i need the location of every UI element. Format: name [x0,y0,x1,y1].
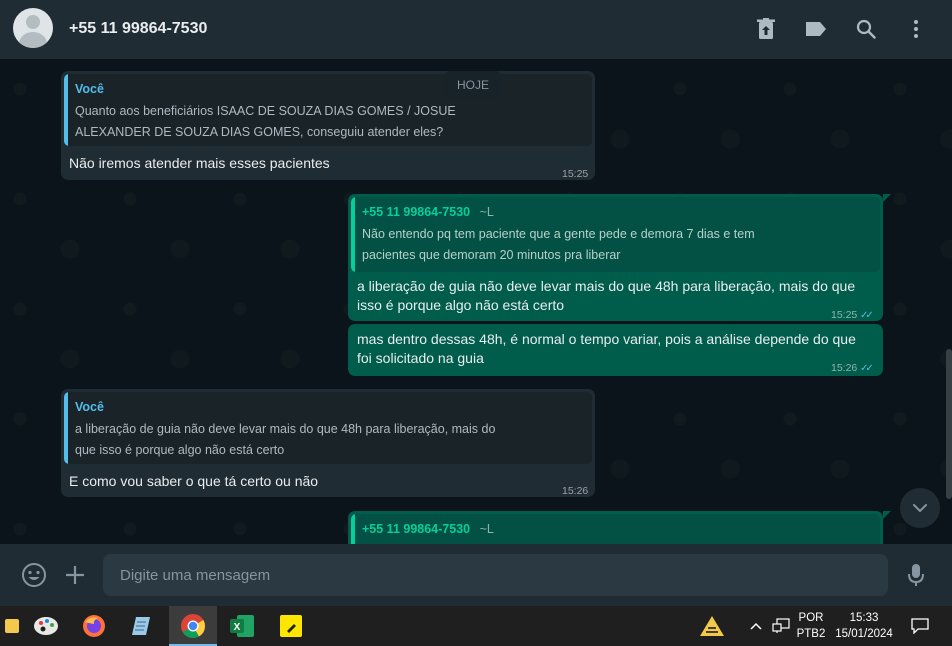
label-icon[interactable] [804,17,828,41]
message-time: 15:25 [562,168,589,180]
message-text: E como vou saber o que tá certo ou não [69,473,319,489]
network-icon[interactable] [768,606,794,646]
paint-icon[interactable] [22,606,70,646]
message-incoming[interactable]: Você a liberação de guia não deve levar … [61,389,595,497]
quote-text: ALEXANDER DE SOUZA DIAS GOMES, conseguiu… [75,125,444,139]
quote-author: +55 11 99864-7530 ~L [362,522,494,536]
bubble-tail [883,511,891,519]
message-time: 15:26 [562,485,589,497]
composer [0,544,952,606]
message-input[interactable] [103,554,888,596]
quoted-message[interactable]: Você Quanto aos beneficiários ISAAC DE S… [64,74,592,146]
date-chip: HOJE [445,71,502,99]
delete-icon[interactable] [754,17,778,41]
language-indicator[interactable]: POR PTB2 [796,610,826,642]
message-time: 15:25 [831,309,858,321]
quote-text: Quanto aos beneficiários ISAAC DE SOUZA … [75,104,456,118]
read-ticks-icon: ✓✓ [860,363,874,374]
contact-name[interactable]: +55 11 99864-7530 [69,20,207,38]
excel-icon[interactable]: X [218,606,266,646]
menu-icon[interactable] [904,17,928,41]
quote-author: +55 11 99864-7530 ~L [362,205,494,219]
quote-author: Você [75,400,104,414]
message-outgoing[interactable]: mas dentro dessas 48h, é normal o tempo … [348,324,883,376]
firefox-icon[interactable] [70,606,118,646]
taskbar: X POR PTB2 15:33 15/01/2024 [0,606,952,646]
app-icon[interactable] [0,606,24,646]
search-icon[interactable] [854,17,878,41]
sticky-notes-icon[interactable] [267,606,315,646]
attach-plus-icon[interactable] [61,561,89,589]
quote-text: Não entendo pq tem paciente que a gente … [362,227,755,241]
message-time: 15:26 [831,362,858,374]
message-text: isso é porque algo não está certo [357,297,565,313]
chevron-up-icon[interactable] [744,606,768,646]
microphone-icon[interactable] [902,561,930,589]
chat-header: +55 11 99864-7530 [0,0,952,59]
quoted-message[interactable]: +55 11 99864-7530 ~L Não entendo pq tem … [351,197,880,272]
message-outgoing[interactable]: +55 11 99864-7530 ~L [348,511,883,544]
notifications-icon[interactable] [905,606,935,646]
quote-author: Você [75,82,104,96]
message-list[interactable]: Você Quanto aos beneficiários ISAAC DE S… [0,59,952,544]
quoted-message[interactable]: Você a liberação de guia não deve levar … [64,392,592,464]
chevron-down-icon [913,504,927,513]
quote-text: a liberação de guia não deve levar mais … [75,422,496,436]
scrollbar[interactable] [946,349,952,499]
clock[interactable]: 15:33 15/01/2024 [832,610,896,642]
message-text: Não iremos atender mais esses pacientes [69,155,330,171]
emoji-icon[interactable] [20,561,48,589]
quote-text: que isso é porque algo não está certo [75,443,285,457]
chrome-icon[interactable] [169,606,217,646]
bubble-tail [883,194,891,202]
warning-icon[interactable] [689,606,735,646]
svg-text:X: X [234,622,241,633]
message-text: mas dentro dessas 48h, é normal o tempo … [357,331,856,347]
message-text: a liberação de guia não deve levar mais … [357,278,856,294]
message-outgoing[interactable]: +55 11 99864-7530 ~L Não entendo pq tem … [348,194,883,321]
scroll-down-button[interactable] [900,488,940,528]
message-incoming[interactable]: Você Quanto aos beneficiários ISAAC DE S… [61,71,595,180]
notepad-icon[interactable] [118,606,166,646]
read-ticks-icon: ✓✓ [860,310,874,321]
message-text: foi solicitado na guia [357,350,484,366]
avatar[interactable] [13,8,53,48]
quoted-message[interactable]: +55 11 99864-7530 ~L [351,514,880,544]
quote-text: pacientes que demoram 20 minutos pra lib… [362,248,621,262]
